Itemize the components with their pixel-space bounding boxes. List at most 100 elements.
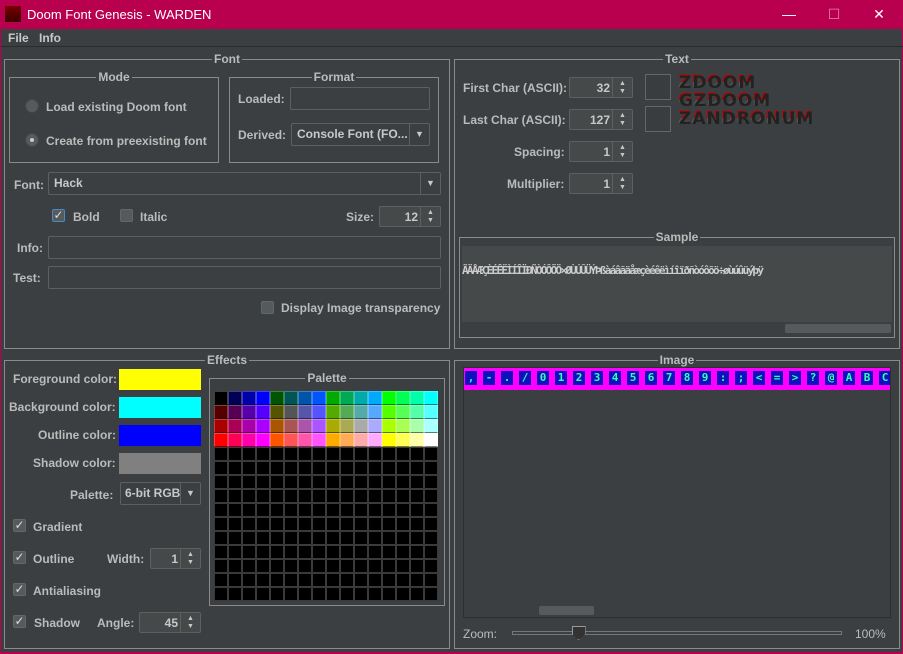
palette-cell[interactable] <box>382 433 396 447</box>
palette-cell[interactable] <box>298 531 312 545</box>
palette-cell[interactable] <box>396 503 410 517</box>
palette-cell[interactable] <box>326 489 340 503</box>
outline-width-spinner[interactable]: 1 ▲ ▼ <box>150 548 201 569</box>
palette-cell[interactable] <box>354 405 368 419</box>
palette-cell[interactable] <box>326 405 340 419</box>
menu-file[interactable]: File <box>8 31 29 45</box>
gradient-checkbox[interactable]: ✓ <box>13 519 26 532</box>
palette-cell[interactable] <box>256 489 270 503</box>
palette-cell[interactable] <box>326 531 340 545</box>
palette-cell[interactable] <box>228 559 242 573</box>
palette-cell[interactable] <box>410 503 424 517</box>
palette-cell[interactable] <box>284 587 298 601</box>
palette-cell[interactable] <box>312 419 326 433</box>
palette-cell[interactable] <box>410 587 424 601</box>
palette-cell[interactable] <box>298 587 312 601</box>
palette-cell[interactable] <box>312 433 326 447</box>
palette-cell[interactable] <box>298 489 312 503</box>
palette-cell[interactable] <box>298 433 312 447</box>
palette-cell[interactable] <box>368 587 382 601</box>
palette-cell[interactable] <box>298 517 312 531</box>
palette-cell[interactable] <box>284 475 298 489</box>
palette-cell[interactable] <box>424 475 438 489</box>
palette-cell[interactable] <box>256 433 270 447</box>
palette-cell[interactable] <box>410 573 424 587</box>
palette-grid[interactable] <box>214 391 438 601</box>
palette-cell[interactable] <box>214 419 228 433</box>
background-swatch[interactable] <box>119 397 201 418</box>
palette-cell[interactable] <box>214 447 228 461</box>
palette-cell[interactable] <box>284 391 298 405</box>
palette-cell[interactable] <box>368 531 382 545</box>
palette-cell[interactable] <box>312 503 326 517</box>
menu-info[interactable]: Info <box>39 31 61 45</box>
palette-cell[interactable] <box>242 503 256 517</box>
palette-cell[interactable] <box>396 433 410 447</box>
spinner-arrows-icon[interactable]: ▲ ▼ <box>180 549 200 568</box>
palette-cell[interactable] <box>382 419 396 433</box>
palette-cell[interactable] <box>326 419 340 433</box>
palette-cell[interactable] <box>424 531 438 545</box>
palette-cell[interactable] <box>242 475 256 489</box>
palette-cell[interactable] <box>396 391 410 405</box>
close-button[interactable]: ✕ <box>856 0 902 29</box>
palette-select[interactable]: 6-bit RGB ▼ <box>120 482 201 505</box>
spinner-arrows-icon[interactable]: ▲ ▼ <box>612 110 632 129</box>
palette-cell[interactable] <box>368 447 382 461</box>
palette-cell[interactable] <box>228 573 242 587</box>
palette-cell[interactable] <box>270 433 284 447</box>
palette-cell[interactable] <box>368 391 382 405</box>
spinner-arrows-icon[interactable]: ▲ ▼ <box>180 613 200 632</box>
palette-cell[interactable] <box>368 419 382 433</box>
palette-cell[interactable] <box>424 503 438 517</box>
palette-cell[interactable] <box>242 573 256 587</box>
palette-cell[interactable] <box>284 433 298 447</box>
palette-cell[interactable] <box>368 475 382 489</box>
test-field[interactable] <box>48 266 441 289</box>
palette-cell[interactable] <box>242 391 256 405</box>
palette-cell[interactable] <box>410 559 424 573</box>
palette-cell[interactable] <box>340 433 354 447</box>
palette-cell[interactable] <box>256 559 270 573</box>
palette-cell[interactable] <box>340 517 354 531</box>
palette-cell[interactable] <box>214 517 228 531</box>
palette-cell[interactable] <box>256 531 270 545</box>
palette-cell[interactable] <box>228 419 242 433</box>
palette-cell[interactable] <box>340 545 354 559</box>
palette-cell[interactable] <box>312 517 326 531</box>
zdoom-toggle-button[interactable] <box>645 74 671 100</box>
palette-cell[interactable] <box>410 545 424 559</box>
palette-cell[interactable] <box>396 475 410 489</box>
palette-cell[interactable] <box>354 503 368 517</box>
palette-cell[interactable] <box>312 405 326 419</box>
palette-cell[interactable] <box>270 419 284 433</box>
palette-cell[interactable] <box>424 587 438 601</box>
palette-cell[interactable] <box>284 447 298 461</box>
first-char-spinner[interactable]: 32 ▲ ▼ <box>569 77 633 98</box>
palette-cell[interactable] <box>368 559 382 573</box>
palette-cell[interactable] <box>228 475 242 489</box>
palette-cell[interactable] <box>284 489 298 503</box>
palette-cell[interactable] <box>340 503 354 517</box>
palette-cell[interactable] <box>270 391 284 405</box>
shadow-angle-spinner[interactable]: 45 ▲ ▼ <box>139 612 201 633</box>
palette-cell[interactable] <box>410 461 424 475</box>
palette-cell[interactable] <box>396 419 410 433</box>
palette-cell[interactable] <box>424 461 438 475</box>
palette-cell[interactable] <box>228 447 242 461</box>
palette-cell[interactable] <box>396 573 410 587</box>
multiplier-spinner[interactable]: 1 ▲ ▼ <box>569 173 633 194</box>
palette-cell[interactable] <box>382 405 396 419</box>
palette-cell[interactable] <box>354 391 368 405</box>
palette-cell[interactable] <box>382 447 396 461</box>
spinner-arrows-icon[interactable]: ▲ ▼ <box>612 174 632 193</box>
palette-cell[interactable] <box>340 447 354 461</box>
palette-cell[interactable] <box>256 587 270 601</box>
outline-checkbox[interactable]: ✓ <box>13 551 26 564</box>
image-scrollbar[interactable] <box>539 606 594 615</box>
palette-cell[interactable] <box>270 531 284 545</box>
palette-cell[interactable] <box>298 447 312 461</box>
palette-cell[interactable] <box>340 489 354 503</box>
sample-scrollbar[interactable] <box>785 324 891 333</box>
palette-cell[interactable] <box>326 475 340 489</box>
